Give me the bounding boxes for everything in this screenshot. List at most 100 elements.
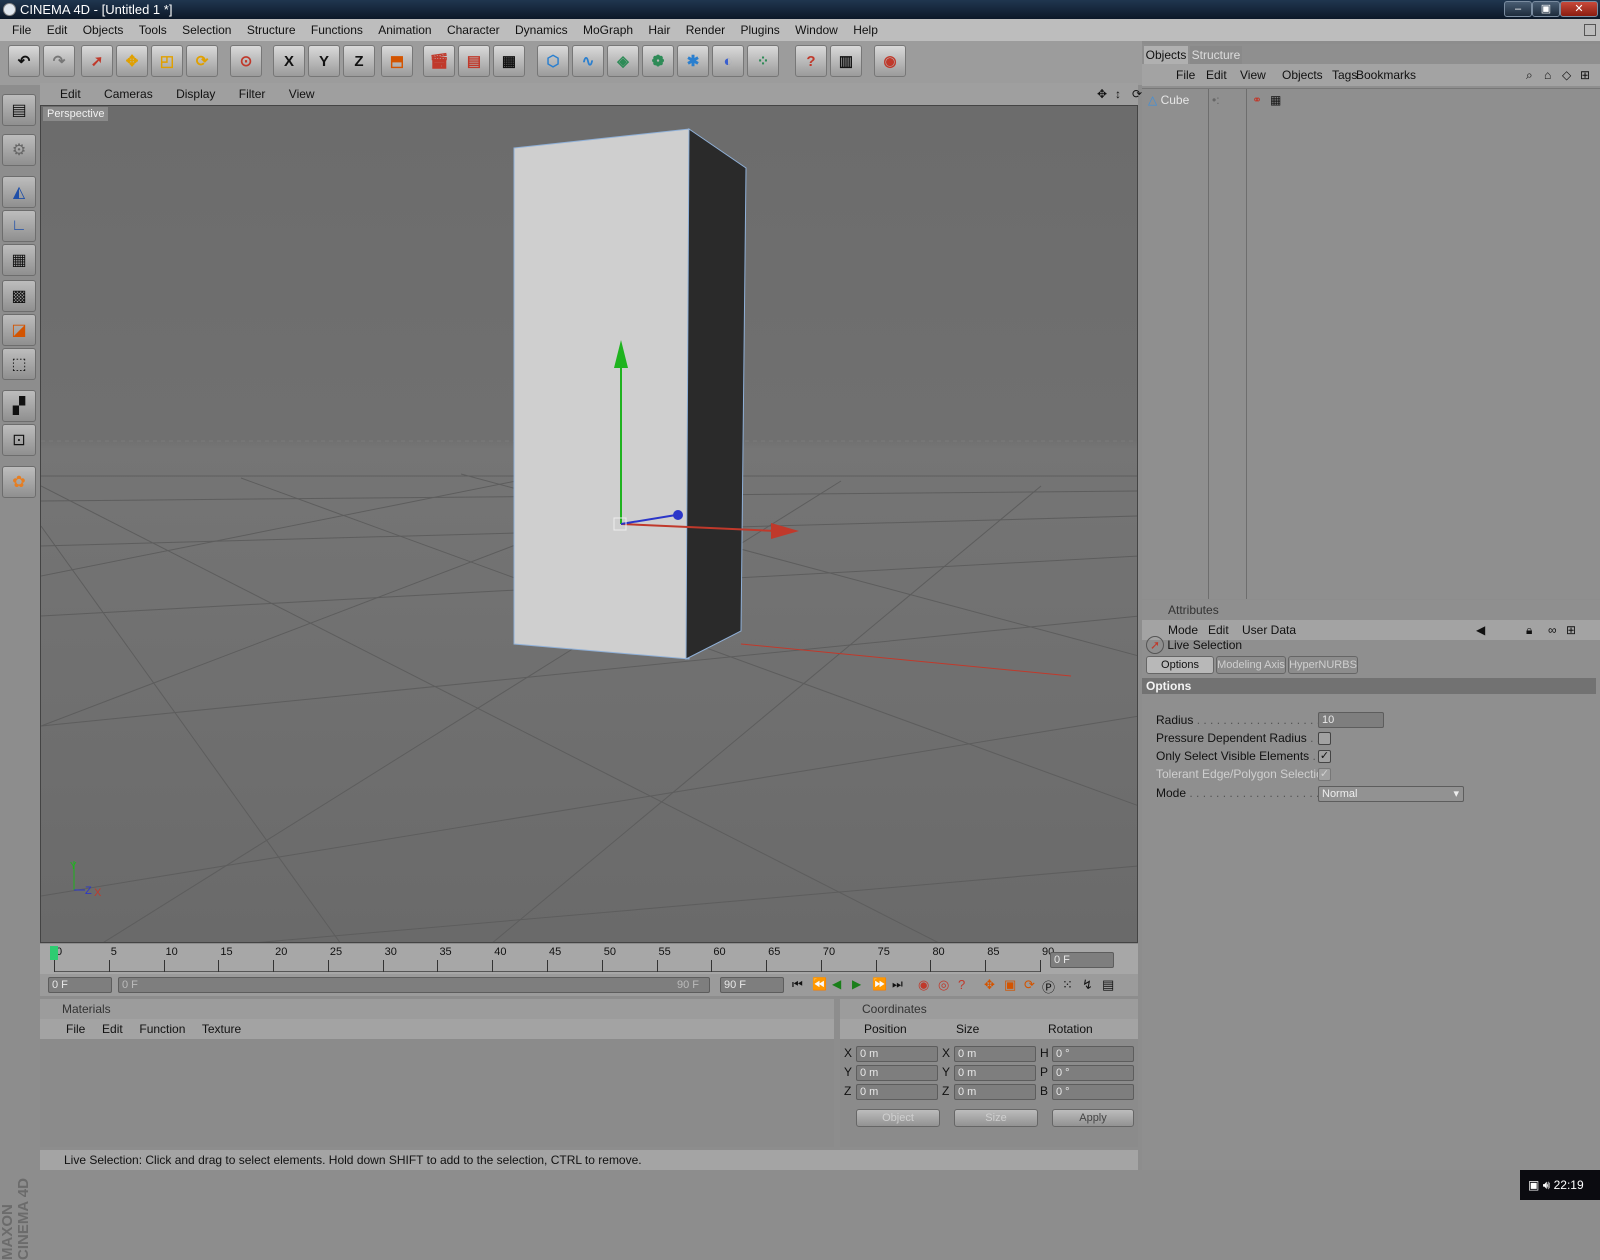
cube-object-name[interactable]: Cube — [1161, 93, 1190, 107]
lock-icon[interactable]: 🔒︎ — [1526, 620, 1532, 640]
live-selection-tool-icon[interactable]: ⊙ — [230, 45, 262, 77]
sculpt-icon[interactable]: ✿ — [2, 466, 36, 498]
viewport-move-icon[interactable]: ✥ — [1097, 83, 1107, 105]
web-icon[interactable]: ◉ — [874, 45, 906, 77]
objects-menu-view[interactable]: View — [1240, 64, 1266, 86]
help-icon[interactable]: ? — [795, 45, 827, 77]
rot-h-field[interactable]: 0 ° — [1052, 1046, 1134, 1062]
menu-help[interactable]: Help — [853, 19, 878, 41]
layout-icon[interactable]: ▥ — [830, 45, 862, 77]
array-icon[interactable]: ❁ — [642, 45, 674, 77]
current-frame-field[interactable]: 0 F — [1050, 952, 1114, 968]
spline-icon[interactable]: ∿ — [572, 45, 604, 77]
minimize-button[interactable]: – — [1504, 1, 1532, 17]
coordinate-system-icon[interactable]: ⬒ — [381, 45, 413, 77]
y-axis-lock-icon[interactable]: Y — [308, 45, 340, 77]
object-axis-icon[interactable]: ⊡ — [2, 424, 36, 456]
redo-icon[interactable]: ↷ — [43, 45, 75, 77]
menu-file[interactable]: File — [12, 19, 31, 41]
radius-input[interactable]: 10 — [1318, 712, 1384, 728]
timeline-window-icon[interactable]: ▤ — [1102, 977, 1114, 993]
viewport-menu-edit[interactable]: Edit — [60, 87, 81, 101]
menu-dynamics[interactable]: Dynamics — [515, 19, 568, 41]
workplane-mode-icon[interactable]: ⬚ — [2, 348, 36, 380]
materials-menu-texture[interactable]: Texture — [202, 1022, 241, 1036]
polygons-mode-icon[interactable]: ▦ — [2, 244, 36, 276]
volume-icon[interactable]: 🔊︎ — [1543, 1178, 1551, 1192]
key-scale-icon[interactable]: ▣ — [1004, 977, 1016, 993]
z-axis-knob[interactable] — [673, 510, 683, 520]
apply-button[interactable]: Apply — [1052, 1109, 1134, 1127]
menu-functions[interactable]: Functions — [311, 19, 363, 41]
render-settings-icon[interactable]: ▦ — [493, 45, 525, 77]
visibility-dots-icon[interactable]: •: — [1212, 91, 1220, 109]
viewport-zoom-icon[interactable]: ↕ — [1115, 83, 1121, 105]
mode-select[interactable]: Normal ▾ — [1318, 786, 1464, 802]
viewport-menu-view[interactable]: View — [289, 87, 315, 101]
menu-animation[interactable]: Animation — [378, 19, 431, 41]
menu-window[interactable]: Window — [795, 19, 838, 41]
play-forward-icon[interactable]: ▶ — [852, 977, 861, 991]
tab-options[interactable]: Options — [1146, 656, 1214, 674]
close-button[interactable]: ✕ — [1560, 1, 1598, 17]
next-key-icon[interactable]: ⏩ — [872, 977, 887, 991]
rot-b-field[interactable]: 0 ° — [1052, 1084, 1134, 1100]
tab-modeling-axis[interactable]: Modeling Axis — [1216, 656, 1286, 674]
menu-objects[interactable]: Objects — [83, 19, 124, 41]
z-axis-lock-icon[interactable]: Z — [343, 45, 375, 77]
materials-menu-edit[interactable]: Edit — [102, 1022, 123, 1036]
network-icon[interactable]: ▣ — [1528, 1178, 1539, 1192]
pos-x-field[interactable]: 0 m — [856, 1046, 938, 1062]
live-selection-icon[interactable]: ➚ — [81, 45, 113, 77]
objects-menu-bookmarks[interactable]: Bookmarks — [1356, 64, 1416, 86]
pos-y-field[interactable]: 0 m — [856, 1065, 938, 1081]
move-icon[interactable]: ✥ — [116, 45, 148, 77]
objects-menu-tags[interactable]: Tags — [1332, 64, 1357, 86]
model-mode-icon[interactable]: ▩ — [2, 280, 36, 312]
materials-menu-file[interactable]: File — [66, 1022, 85, 1036]
size-mode-select[interactable]: Size — [954, 1109, 1038, 1127]
rotate-icon[interactable]: ⟳ — [186, 45, 218, 77]
texture-mode-icon[interactable]: ◪ — [2, 314, 36, 346]
objects-menu-file[interactable]: File — [1176, 64, 1195, 86]
autokey-icon[interactable]: ◎ — [938, 977, 949, 993]
menu-hair[interactable]: Hair — [648, 19, 670, 41]
texture-axis-icon[interactable]: ▞ — [2, 390, 36, 422]
attributes-new-window-icon[interactable]: ⊞ — [1566, 620, 1576, 640]
key-parameter-icon[interactable]: Ⓟ — [1042, 977, 1055, 996]
key-position-icon[interactable]: ✥ — [984, 977, 995, 993]
viewport-menu-display[interactable]: Display — [176, 87, 215, 101]
record-keys-icon[interactable]: ◉ — [918, 977, 929, 993]
menu-plugins[interactable]: Plugins — [740, 19, 779, 41]
use-model-mode-icon[interactable]: ▤ — [2, 94, 36, 126]
play-backward-icon[interactable]: ◀ — [832, 977, 841, 991]
cube-side-face[interactable] — [685, 128, 747, 660]
pos-z-field[interactable]: 0 m — [856, 1084, 938, 1100]
pressure-checkbox[interactable] — [1318, 732, 1331, 745]
deformer-icon[interactable]: ✱ — [677, 45, 709, 77]
size-y-field[interactable]: 0 m — [954, 1065, 1036, 1081]
attributes-menu-user-data[interactable]: User Data — [1242, 620, 1296, 640]
rot-p-field[interactable]: 0 ° — [1052, 1065, 1134, 1081]
size-z-field[interactable]: 0 m — [954, 1084, 1036, 1100]
keyframe-selection-icon[interactable]: ? — [958, 977, 965, 992]
viewport-rotate-icon[interactable]: ⟳ — [1132, 83, 1142, 105]
playhead[interactable] — [50, 946, 58, 960]
points-mode-icon[interactable]: ◭ — [2, 176, 36, 208]
coordinate-mode-select[interactable]: Object — [856, 1109, 940, 1127]
menu-tools[interactable]: Tools — [139, 19, 167, 41]
layout-toggle-icon[interactable] — [1584, 24, 1596, 36]
cube-front-face[interactable] — [513, 128, 690, 660]
particles-icon[interactable]: ⁘ — [747, 45, 779, 77]
materials-menu-function[interactable]: Function — [139, 1022, 185, 1036]
nurbs-icon[interactable]: ◈ — [607, 45, 639, 77]
start-frame-field[interactable]: 0 F — [48, 977, 112, 993]
objects-menu-objects[interactable]: Objects — [1282, 64, 1323, 86]
object-row-cube[interactable]: △ Cube •: ⚭ ▦ — [1148, 91, 1598, 109]
render-view-icon[interactable]: 🎬︎ — [423, 45, 455, 77]
end-frame-field[interactable]: 90 F — [720, 977, 784, 993]
tab-structure[interactable]: Structure — [1190, 46, 1242, 64]
back-arrow-icon[interactable]: ◀ — [1476, 620, 1485, 640]
perspective-viewport[interactable]: Y Z X Perspective — [40, 105, 1138, 943]
prev-key-icon[interactable]: ⏪ — [812, 977, 827, 991]
